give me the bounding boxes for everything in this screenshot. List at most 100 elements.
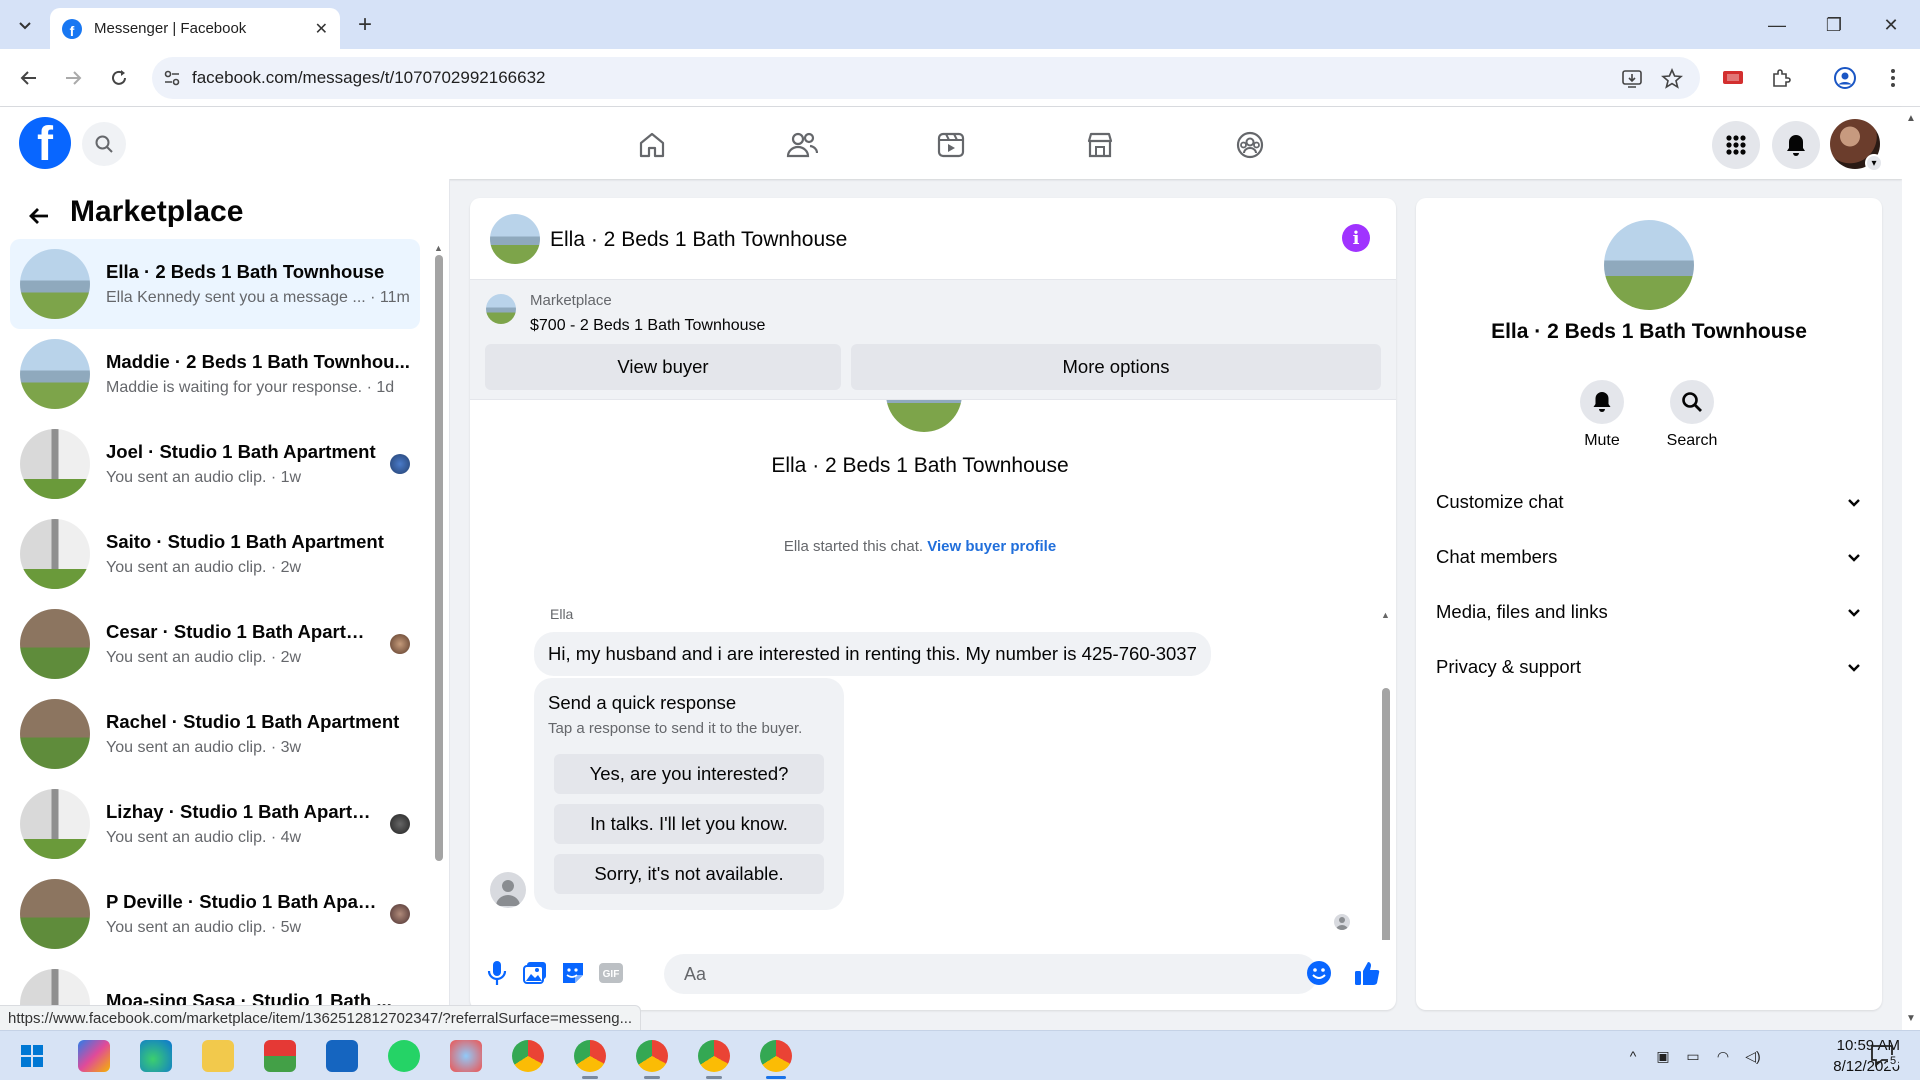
microsoft-store-icon[interactable] [264,1040,296,1072]
chevron-down-icon [1848,554,1860,562]
close-tab-icon[interactable]: ✕ [315,19,328,39]
marketplace-tab[interactable] [1080,125,1120,165]
arrow-left-icon [20,71,36,85]
message-input[interactable] [664,954,1318,994]
mute-button[interactable]: Mute [1562,380,1642,450]
page-scrollbar[interactable]: ▲ ▼ [1902,107,1920,1030]
home-tab[interactable] [632,125,672,165]
wifi-icon[interactable]: ◠ [1712,1045,1734,1067]
scrollbar-thumb[interactable] [435,255,443,861]
scroll-down-icon[interactable]: ▼ [1906,1013,1916,1024]
browser-tab[interactable]: f Messenger | Facebook ✕ [50,8,340,49]
conversation-item[interactable]: Rachel · Studio 1 Bath Apartment You sen… [10,689,420,779]
groups-tab[interactable] [1230,125,1270,165]
sticker-icon[interactable] [558,958,588,988]
notification-center-icon[interactable]: 5 [1870,1043,1899,1074]
conversation-item[interactable]: Joel · Studio 1 Bath Apartment You sent … [10,419,420,509]
scroll-up-icon[interactable]: ▲ [434,243,443,253]
conversation-item[interactable]: Ella · 2 Beds 1 Bath Townhouse Ella Kenn… [10,239,420,329]
browser-menu-icon[interactable] [1880,65,1906,91]
extensions-puzzle-icon[interactable] [1768,65,1794,91]
microphone-icon[interactable] [482,958,512,988]
conversation-item[interactable]: Maddie · 2 Beds 1 Bath Townhou... Maddie… [10,329,420,419]
view-buyer-button[interactable]: View buyer [485,344,841,390]
like-thumbs-up-icon[interactable] [1352,958,1382,988]
message-bubble[interactable]: Hi, my husband and i are interested in r… [534,632,1211,676]
chrome-profile-icon[interactable] [698,1040,730,1079]
chrome-active-icon[interactable] [760,1040,792,1079]
install-app-icon[interactable] [1620,67,1644,91]
conversation-item[interactable]: P Deville · Studio 1 Bath Apart... You s… [10,869,420,959]
friends-tab[interactable] [782,125,822,165]
back-arrow-icon[interactable] [24,201,54,231]
conversation-preview: You sent an audio clip. · 1w [106,469,302,486]
gif-icon[interactable]: GIF [596,958,626,988]
edge-icon[interactable] [140,1040,172,1072]
media-files-links-row[interactable]: Media, files and links [1436,590,1862,634]
whatsapp-icon[interactable] [388,1040,420,1072]
quick-reply-button[interactable]: Sorry, it's not available. [554,854,824,894]
tab-search-button[interactable] [12,12,38,38]
new-tab-button[interactable]: + [352,11,378,38]
account-avatar[interactable]: ▾ [1830,119,1883,172]
notifications-button[interactable] [1772,121,1820,169]
close-window-button[interactable]: ✕ [1876,12,1906,38]
listing-thumbnail [486,294,516,324]
more-options-button[interactable]: More options [851,344,1381,390]
conversation-item[interactable]: Lizhay · Studio 1 Bath Apartm... You sen… [10,779,420,869]
chat-avatar[interactable] [490,214,540,264]
profile-icon[interactable] [1832,65,1858,91]
video-tab[interactable] [931,125,971,165]
chrome-profile-icon[interactable] [636,1040,668,1079]
sidebar-scrollbar[interactable]: ▲ [434,243,444,863]
photo-icon[interactable] [520,958,550,988]
meet-now-icon[interactable]: ▣ [1652,1045,1674,1067]
chat-title[interactable]: Ella · 2 Beds 1 Bath Townhouse [550,228,847,252]
thread-scrollbar[interactable]: ▲ ▼ [1380,610,1392,940]
forward-button[interactable] [58,63,88,93]
paint-app-icon[interactable] [450,1040,482,1072]
privacy-support-row[interactable]: Privacy & support [1436,645,1862,689]
scroll-up-icon[interactable]: ▲ [1906,113,1916,124]
reload-button[interactable] [104,63,134,93]
volume-icon[interactable]: ◁) [1742,1045,1764,1067]
conversation-item[interactable]: Cesar · Studio 1 Bath Apartment You sent… [10,599,420,689]
search-icon [1682,392,1702,412]
conversation-item[interactable]: Saito · Studio 1 Bath Apartment You sent… [10,509,420,599]
copilot-icon[interactable] [78,1040,110,1072]
customize-chat-row[interactable]: Customize chat [1436,480,1862,524]
file-explorer-icon[interactable] [202,1040,234,1072]
message-thread: Ella · 2 Beds 1 Bath Townhouse Ella star… [470,400,1396,940]
conversation-item[interactable]: Moa-sing Sasa · Studio 1 Bath ... [10,959,420,1010]
chevron-down-icon [1848,664,1860,672]
facebook-logo[interactable]: f [19,117,71,169]
address-bar[interactable]: facebook.com/messages/t/1070702992166632 [152,57,1700,99]
listing-price-title[interactable]: $700 - 2 Beds 1 Bath Townhouse [530,317,765,335]
menu-button[interactable] [1712,121,1760,169]
view-buyer-profile-link[interactable]: View buyer profile [927,538,1056,555]
bookmark-star-icon[interactable] [1660,67,1684,91]
quick-reply-button[interactable]: In talks. I'll let you know. [554,804,824,844]
sender-avatar[interactable] [490,872,526,908]
battery-icon[interactable]: ▭ [1682,1045,1704,1067]
chat-members-row[interactable]: Chat members [1436,535,1862,579]
show-hidden-icons-chevron-up-icon[interactable]: ^ [1622,1045,1644,1067]
conversation-list: Ella · 2 Beds 1 Bath Townhouse Ella Kenn… [10,239,420,1010]
conversation-name: P Deville · Studio 1 Bath Apart... [106,891,380,912]
windows-start-icon[interactable] [16,1040,48,1072]
scroll-up-icon[interactable]: ▲ [1381,610,1390,620]
info-icon[interactable]: i [1342,224,1370,252]
facebook-search-button[interactable] [82,122,126,166]
search-in-chat-button[interactable]: Search [1652,380,1732,450]
chrome-profile-icon[interactable] [574,1040,606,1079]
minimize-button[interactable]: — [1762,12,1792,38]
scrollbar-thumb[interactable] [1382,688,1390,940]
extension-red-icon[interactable] [1720,65,1746,91]
restore-button[interactable]: ❐ [1819,12,1849,38]
mail-icon[interactable] [326,1040,358,1072]
site-info-icon[interactable] [152,68,192,88]
quick-reply-button[interactable]: Yes, are you interested? [554,754,824,794]
back-button[interactable] [14,63,44,93]
chrome-icon[interactable] [512,1040,544,1072]
emoji-icon[interactable] [1304,958,1334,988]
